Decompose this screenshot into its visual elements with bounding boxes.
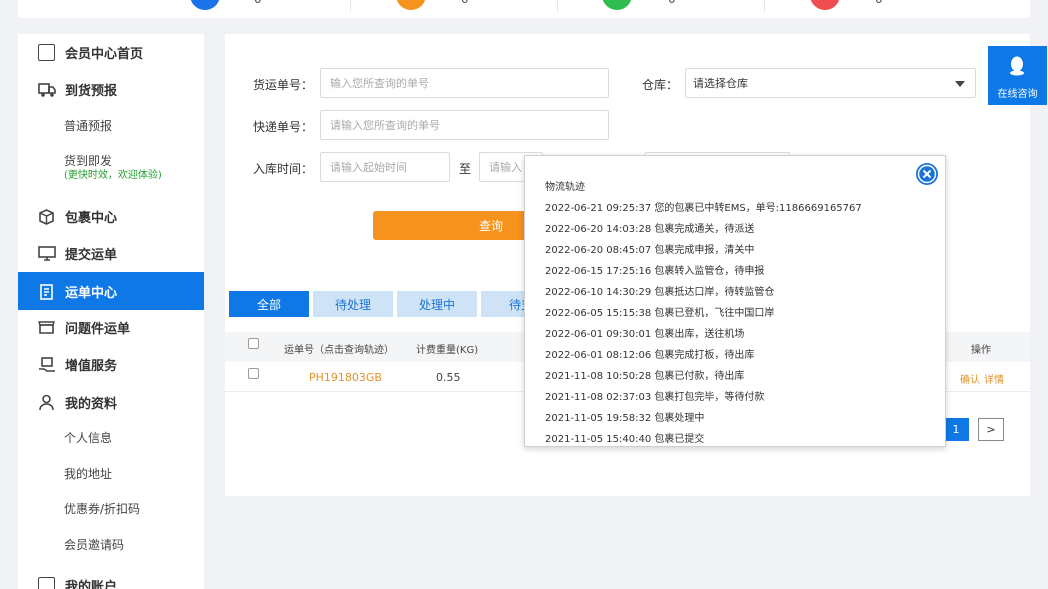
parcel-icon <box>38 208 55 225</box>
sidebar-item-label: 我的账户 <box>65 579 118 589</box>
sidebar-promo-text: (更快时效，欢迎体验) <box>64 170 162 181</box>
user-icon <box>38 394 55 411</box>
clipboard-icon <box>38 283 55 300</box>
sidebar-item-my-account[interactable]: 我的账户 <box>18 567 204 589</box>
close-icon[interactable] <box>916 163 938 185</box>
page-current[interactable]: 1 <box>943 418 969 441</box>
wallet-icon <box>38 576 55 589</box>
stat-icon-blue <box>190 0 220 10</box>
detail-link[interactable]: 详情 <box>984 371 1004 386</box>
column-waybill: 运单号（点击查询轨迹） <box>284 345 394 356</box>
tracking-event: 2022-06-20 08:45:07 包裹完成申报，清关中 <box>545 245 755 256</box>
page-next-button[interactable]: > <box>978 418 1004 441</box>
sidebar: 会员中心首页 到货预报 普通预报 货到即发 (更快时效，欢迎体验) 包裹中心 提… <box>18 34 204 589</box>
sidebar-item-label: 我的资料 <box>65 396 118 412</box>
stat-value: 0 <box>668 0 676 6</box>
sidebar-item-problem-waybills[interactable]: 问题件运单 <box>18 309 204 345</box>
tracking-event: 2022-06-01 09:30:01 包裹出库，送往机场 <box>545 329 745 340</box>
sidebar-item-submit-waybill[interactable]: 提交运单 <box>18 235 204 271</box>
tracking-event: 2022-06-20 14:03:28 包裹完成通关，待派送 <box>545 224 755 235</box>
stat-value: 0 <box>461 0 469 6</box>
sidebar-item-profile[interactable]: 我的资料 <box>18 384 204 420</box>
tab-all[interactable]: 全部 <box>229 291 309 317</box>
tracking-title: 物流轨迹 <box>545 182 585 193</box>
divider <box>764 0 765 12</box>
tracking-event: 2022-06-10 14:30:29 包裹抵达口岸，待转监管仓 <box>545 287 775 298</box>
tab-pending[interactable]: 待处理 <box>313 291 393 317</box>
sidebar-item-waybill-center[interactable]: 运单中心 <box>18 272 204 310</box>
truck-icon <box>38 81 56 98</box>
row-checkbox[interactable] <box>248 368 259 379</box>
stat-value: 0 <box>254 0 262 6</box>
caret-down-icon <box>955 81 965 87</box>
online-consult-button[interactable]: 在线咨询 <box>988 46 1047 105</box>
online-consult-label: 在线咨询 <box>997 89 1038 100</box>
sidebar-sub-coupons[interactable]: 优惠券/折扣码 <box>64 500 140 517</box>
divider <box>350 0 351 12</box>
stat-value: 0 <box>875 0 883 6</box>
monitor-icon <box>38 245 56 262</box>
warehouse-select-value: 请选择仓库 <box>693 77 748 90</box>
sidebar-item-value-added[interactable]: 增值服务 <box>18 346 204 382</box>
sidebar-sub-personal-info[interactable]: 个人信息 <box>64 429 112 446</box>
stats-bar: 0 0 0 0 <box>18 0 1030 18</box>
tracking-event: 2021-11-05 15:40:40 包裹已提交 <box>545 434 705 445</box>
sidebar-sub-my-address[interactable]: 我的地址 <box>64 465 112 482</box>
express-label: 快递单号： <box>253 120 314 134</box>
sidebar-item-label: 会员中心首页 <box>65 46 144 62</box>
column-weight: 计费重量(KG) <box>416 345 479 356</box>
warehouse-label: 仓库： <box>642 78 679 92</box>
tab-processing[interactable]: 处理中 <box>397 291 477 317</box>
tracking-event: 2022-06-05 15:15:38 包裹已登机，飞往中国口岸 <box>545 308 775 319</box>
tracking-event: 2021-11-08 10:50:28 包裹已付款，待出库 <box>545 371 745 382</box>
express-input[interactable]: 请输入您所查询的单号 <box>320 110 609 140</box>
warehouse-select[interactable]: 请选择仓库 <box>685 68 976 98</box>
stat-icon-red <box>810 0 840 10</box>
date-start-input[interactable]: 请输入起始时间 <box>320 152 450 182</box>
tracking-popup: 物流轨迹 2022-06-21 09:25:37 您的包裹已中转EMS，单号:1… <box>524 155 946 447</box>
sidebar-sub-invite-code[interactable]: 会员邀请码 <box>64 536 124 553</box>
select-all-checkbox[interactable] <box>248 338 259 349</box>
weight-value: 0.55 <box>436 371 461 384</box>
waybill-input[interactable]: 输入您所查询的单号 <box>320 68 609 98</box>
sidebar-item-label: 运单中心 <box>65 285 118 301</box>
tracking-event: 2021-11-08 02:37:03 包裹打包完毕，等待付款 <box>545 392 765 403</box>
service-icon <box>38 356 55 373</box>
stat-icon-green <box>602 0 632 10</box>
sidebar-item-arrival[interactable]: 到货预报 <box>18 71 204 107</box>
sidebar-item-label: 包裹中心 <box>65 210 118 226</box>
tracking-event: 2022-06-01 08:12:06 包裹完成打板，待出库 <box>545 350 755 361</box>
home-icon <box>38 43 55 61</box>
waybill-label: 货运单号： <box>253 78 314 92</box>
sidebar-item-label: 提交运单 <box>65 247 118 263</box>
tracking-event: 2022-06-21 09:25:37 您的包裹已中转EMS，单号:118666… <box>545 203 862 214</box>
date-label: 入库时间： <box>253 162 314 176</box>
sidebar-item-label: 到货预报 <box>65 83 118 99</box>
tracking-event: 2022-06-15 17:25:16 包裹转入监管仓，待申报 <box>545 266 765 277</box>
sidebar-item-parcels[interactable]: 包裹中心 <box>18 198 204 234</box>
waybill-link[interactable]: PH191803GB <box>309 371 382 384</box>
sidebar-item-label: 问题件运单 <box>65 321 131 337</box>
stat-icon-orange <box>396 0 426 10</box>
date-to-label: 至 <box>459 162 472 176</box>
divider <box>557 0 558 12</box>
sidebar-sub-normal-forecast[interactable]: 普通预报 <box>64 117 112 134</box>
sidebar-item-label: 增值服务 <box>65 358 118 374</box>
chat-icon <box>1009 56 1025 76</box>
tracking-event: 2021-11-05 19:58:32 包裹处理中 <box>545 413 705 424</box>
sidebar-item-home[interactable]: 会员中心首页 <box>18 34 204 70</box>
problem-box-icon <box>38 319 55 336</box>
confirm-link[interactable]: 确认 <box>960 371 980 386</box>
column-actions: 操作 <box>971 345 991 356</box>
